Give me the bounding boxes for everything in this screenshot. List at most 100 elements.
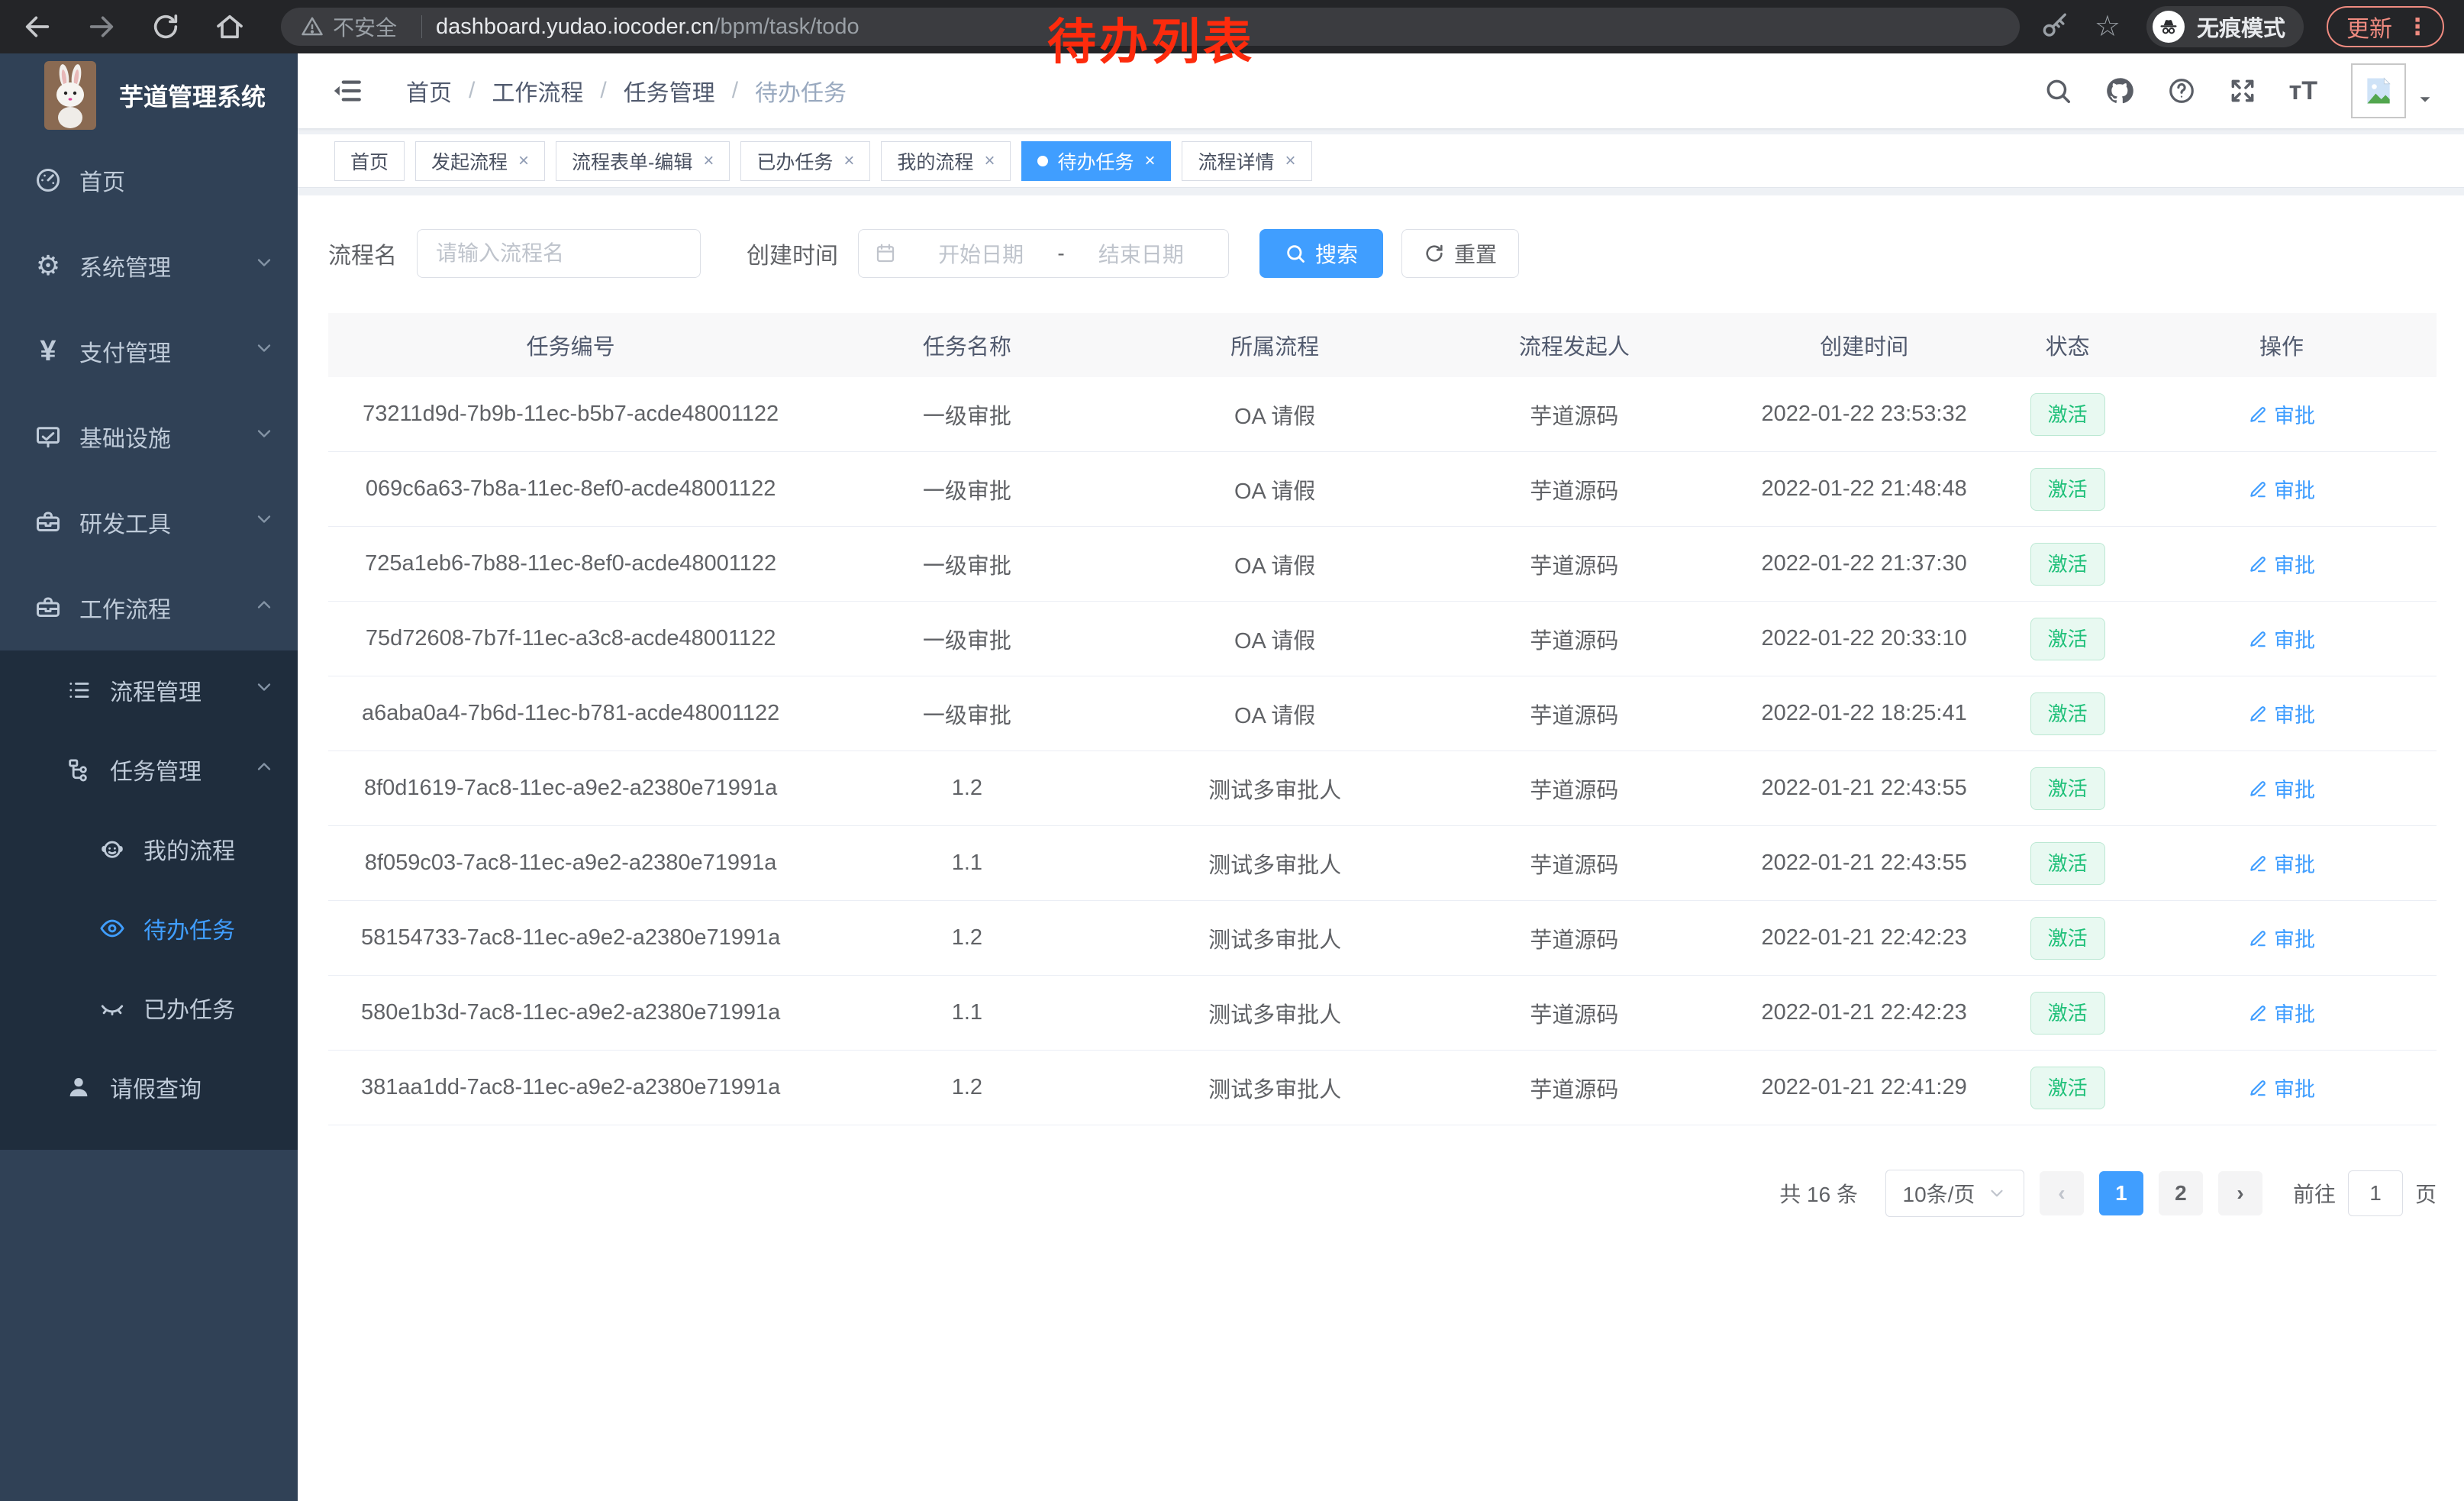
browser-menu-icon[interactable]: ⋮ <box>2406 14 2429 40</box>
sidebar-item-leave-query[interactable]: 请假查询 <box>0 1047 298 1127</box>
task-process: OA 请假 <box>1121 676 1429 750</box>
avatar[interactable] <box>2351 63 2406 118</box>
task-created: 2022-01-21 22:41:29 <box>1720 1051 2008 1125</box>
approve-link[interactable]: 审批 <box>2248 848 2315 878</box>
breadcrumb: 首页 / 工作流程 / 任务管理 / 待办任务 <box>406 74 847 108</box>
eye-closed-icon <box>98 993 127 1022</box>
breadcrumb-task-management[interactable]: 任务管理 <box>624 74 715 108</box>
column-header: 所属流程 <box>1121 313 1429 377</box>
column-header: 创建时间 <box>1720 313 2008 377</box>
task-initiator: 芋道源码 <box>1429 901 1720 975</box>
logo-row[interactable]: 芋道管理系统 <box>0 53 298 137</box>
sidebar-item-label: 基础设施 <box>79 420 171 454</box>
tab-close-icon[interactable]: × <box>518 150 529 172</box>
table-row: a6aba0a4-7b6d-11ec-b781-acde48001122 一级审… <box>328 676 2437 751</box>
reload-icon[interactable] <box>148 9 183 44</box>
sidebar-item-todo-tasks[interactable]: 待办任务 <box>0 889 298 968</box>
tab-close-icon[interactable]: × <box>843 150 854 172</box>
sidebar-item-process-management[interactable]: 流程管理 <box>0 650 298 730</box>
approve-link[interactable]: 审批 <box>2248 998 2315 1028</box>
task-id: 58154733-7ac8-11ec-a9e2-a2380e71991a <box>328 901 813 975</box>
page-button-2[interactable]: 2 <box>2159 1171 2203 1215</box>
approve-label: 审批 <box>2274 699 2315 728</box>
table-row: 069c6a63-7b8a-11ec-8ef0-acde48001122 一级审… <box>328 452 2437 527</box>
url-path: /bpm/task/todo <box>714 15 859 40</box>
caret-down-icon[interactable] <box>2417 91 2433 111</box>
sidebar-item-my-process[interactable]: 我的流程 <box>0 809 298 889</box>
back-icon[interactable] <box>20 9 55 44</box>
process-name-input[interactable] <box>417 229 701 278</box>
tab-close-icon[interactable]: × <box>703 150 714 172</box>
approve-link[interactable]: 审批 <box>2248 399 2315 429</box>
approve-link[interactable]: 审批 <box>2248 923 2315 953</box>
tab-close-icon[interactable]: × <box>1285 150 1296 172</box>
column-header: 流程发起人 <box>1429 313 1720 377</box>
page-size-select[interactable]: 10条/页 <box>1885 1170 2024 1217</box>
chevron-down-icon <box>253 508 275 536</box>
approve-link[interactable]: 审批 <box>2248 699 2315 728</box>
approve-label: 审批 <box>2274 1073 2315 1102</box>
approve-label: 审批 <box>2274 549 2315 579</box>
goto-page-input[interactable] <box>2348 1170 2403 1216</box>
total-count: 共 16 条 <box>1779 1178 1858 1209</box>
table-row: 58154733-7ac8-11ec-a9e2-a2380e71991a 1.2… <box>328 901 2437 976</box>
tab-todo-tasks[interactable]: 待办任务 × <box>1021 141 1171 181</box>
approve-link[interactable]: 审批 <box>2248 773 2315 803</box>
tab-close-icon[interactable]: × <box>1144 150 1155 172</box>
sidebar-item-workflow[interactable]: 工作流程 <box>0 565 298 650</box>
tab-close-icon[interactable]: × <box>984 150 995 172</box>
tab-process-detail[interactable]: 流程详情 × <box>1182 141 1311 181</box>
tab-home[interactable]: 首页 <box>334 141 405 181</box>
font-size-icon[interactable]: тT <box>2289 76 2317 106</box>
tab-process-form-edit[interactable]: 流程表单-编辑 × <box>556 141 730 181</box>
sidebar-item-infrastructure[interactable]: 基础设施 <box>0 394 298 479</box>
sidebar-item-task-management[interactable]: 任务管理 <box>0 730 298 809</box>
tab-my-process[interactable]: 我的流程 × <box>881 141 1011 181</box>
range-separator: - <box>1057 241 1064 266</box>
sidebar-item-home[interactable]: 首页 <box>0 137 298 223</box>
breadcrumb-home[interactable]: 首页 <box>406 74 452 108</box>
menu-fold-icon[interactable] <box>331 75 363 107</box>
sidebar-item-label: 我的流程 <box>144 832 235 866</box>
bookmark-star-icon[interactable]: ☆ <box>2095 12 2121 41</box>
breadcrumb-workflow[interactable]: 工作流程 <box>492 74 583 108</box>
update-button[interactable]: 更新 ⋮ <box>2327 6 2444 47</box>
sidebar-item-done-tasks[interactable]: 已办任务 <box>0 968 298 1047</box>
reset-button[interactable]: 重置 <box>1401 229 1519 278</box>
tab-done-tasks[interactable]: 已办任务 × <box>740 141 870 181</box>
task-name: 1.2 <box>813 751 1121 825</box>
next-page-button[interactable]: › <box>2218 1171 2262 1215</box>
sidebar-item-system[interactable]: ⚙ 系统管理 <box>0 223 298 308</box>
eye-icon <box>98 914 127 943</box>
help-icon[interactable] <box>2167 76 2196 105</box>
app-header: 首页 / 工作流程 / 任务管理 / 待办任务 <box>298 53 2464 128</box>
password-key-icon[interactable] <box>2040 12 2069 41</box>
omnibox-divider <box>421 15 422 38</box>
search-button-label: 搜索 <box>1315 238 1358 269</box>
table-row: 8f0d1619-7ac8-11ec-a9e2-a2380e71991a 1.2… <box>328 751 2437 826</box>
date-range-picker[interactable]: 开始日期 - 结束日期 <box>858 229 1229 278</box>
approve-link[interactable]: 审批 <box>2248 474 2315 504</box>
forward-icon[interactable] <box>84 9 119 44</box>
prev-page-button[interactable]: ‹ <box>2040 1171 2084 1215</box>
not-secure-icon <box>301 15 324 38</box>
sidebar-item-payment[interactable]: ¥ 支付管理 <box>0 308 298 394</box>
column-header: 任务编号 <box>328 313 813 377</box>
fullscreen-icon[interactable] <box>2228 76 2257 105</box>
home-icon[interactable] <box>212 9 247 44</box>
search-icon[interactable] <box>2043 76 2072 105</box>
approve-link[interactable]: 审批 <box>2248 1073 2315 1102</box>
task-id: 75d72608-7b7f-11ec-a3c8-acde48001122 <box>328 602 813 676</box>
search-button[interactable]: 搜索 <box>1259 229 1383 278</box>
tab-label: 流程表单-编辑 <box>572 147 692 175</box>
tree-icon <box>64 755 93 784</box>
approve-link[interactable]: 审批 <box>2248 549 2315 579</box>
approve-label: 审批 <box>2274 624 2315 654</box>
approve-link[interactable]: 审批 <box>2248 624 2315 654</box>
sidebar-item-devtools[interactable]: 研发工具 <box>0 479 298 565</box>
task-initiator: 芋道源码 <box>1429 1051 1720 1125</box>
page-button-1[interactable]: 1 <box>2099 1171 2143 1215</box>
workflow-submenu: 流程管理 任务管理 我的流程 <box>0 650 298 1150</box>
github-icon[interactable] <box>2104 76 2135 106</box>
tab-start-process[interactable]: 发起流程 × <box>415 141 545 181</box>
